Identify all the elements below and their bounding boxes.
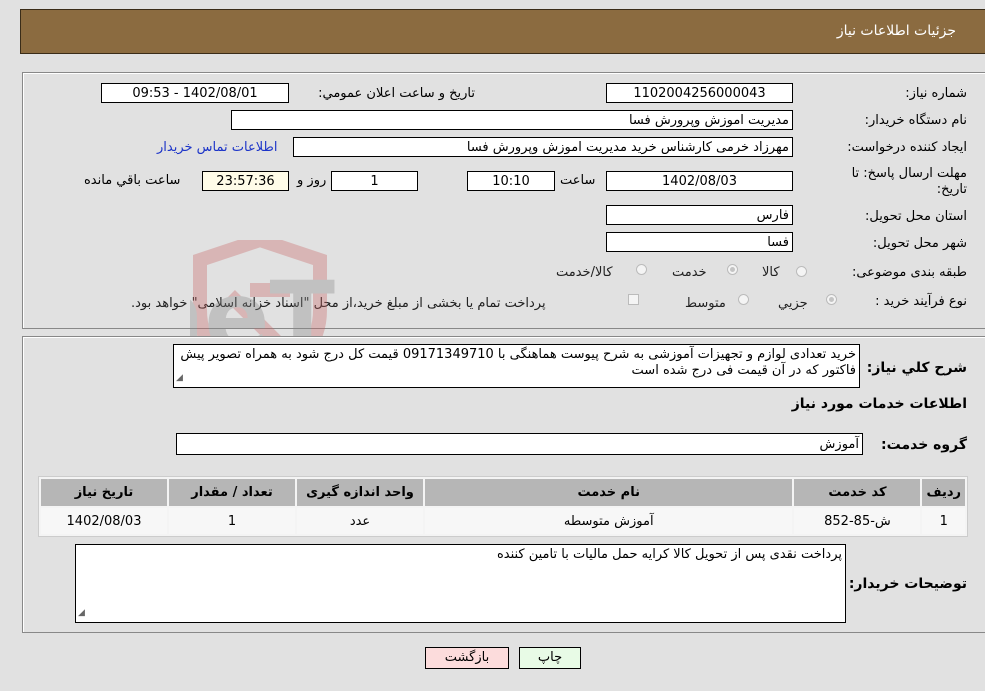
city-label: شهر محل تحویل: <box>872 236 967 251</box>
buyer-notes-textarea[interactable]: پرداخت نقدی پس از تحویل کالا کرایه حمل م… <box>75 544 846 623</box>
col-unit: واحد اندازه گیری <box>297 479 423 506</box>
buyer-notes-text: پرداخت نقدی پس از تحویل کالا کرایه حمل م… <box>496 547 842 562</box>
cell-unit: عدد <box>297 508 423 534</box>
category-service-label: خدمت <box>672 265 707 280</box>
treasury-checkbox-label: پرداخت تمام یا بخشی از مبلغ خرید،از محل … <box>131 296 546 311</box>
resize-grip-icon[interactable]: ◢ <box>176 370 183 386</box>
col-service-name: نام خدمت <box>425 479 793 506</box>
deadline-label-line1: مهلت ارسال پاسخ: تا <box>851 166 967 181</box>
cell-row-number: 1 <box>922 508 965 534</box>
page-header: جزئیات اطلاعات نیاز <box>20 9 985 54</box>
process-medium-label: متوسط <box>685 296 726 311</box>
category-radio-service[interactable] <box>727 264 738 275</box>
category-goods-service-label: کالا/خدمت <box>556 265 613 280</box>
buyer-org-field[interactable]: مدیریت اموزش وپرورش فسا <box>231 110 793 130</box>
need-number-field[interactable]: 1102004256000043 <box>606 83 793 103</box>
print-button[interactable]: چاپ <box>519 647 581 669</box>
page-title: جزئیات اطلاعات نیاز <box>836 23 956 39</box>
requester-field[interactable]: مهرزاد خرمی کارشناس خرید مدیریت اموزش وپ… <box>293 137 793 157</box>
cell-quantity: 1 <box>169 508 295 534</box>
days-label: روز و <box>297 173 327 188</box>
cell-service-code: ش-85-852 <box>794 508 921 534</box>
purchase-process-label: نوع فرآیند خرید : <box>875 294 967 309</box>
category-goods-label: کالا <box>762 265 780 280</box>
deadline-label-line2: تاریخ: <box>936 182 967 197</box>
treasury-checkbox[interactable] <box>628 294 639 305</box>
cell-need-date: 1402/08/03 <box>41 508 167 534</box>
buyer-org-label: نام دستگاه خریدار: <box>864 113 967 128</box>
deadline-time-label: ساعت <box>560 173 596 188</box>
cell-service-name: آموزش متوسطه <box>425 508 793 534</box>
description-label: شرح کلي نیاز: <box>866 360 967 376</box>
process-radio-medium[interactable] <box>738 294 749 305</box>
requester-label: ایجاد کننده درخواست: <box>847 140 967 155</box>
resize-grip-icon[interactable]: ◢ <box>78 605 85 621</box>
col-service-code: کد خدمت <box>794 479 921 506</box>
category-radio-goods[interactable] <box>796 266 807 277</box>
province-label: استان محل تحویل: <box>865 209 967 224</box>
services-table: ردیف کد خدمت نام خدمت واحد اندازه گیری ت… <box>38 476 968 537</box>
deadline-date-field[interactable]: 1402/08/03 <box>606 171 793 191</box>
col-row-number: ردیف <box>922 479 965 506</box>
province-field[interactable]: فارس <box>606 205 793 225</box>
description-text: خرید تعدادی لوازم و تجهیزات آموزشی به شر… <box>180 347 856 378</box>
remaining-days-field: 1 <box>331 171 418 191</box>
process-minor-label: جزيي <box>778 296 808 311</box>
col-need-date: تاریخ نیاز <box>41 479 167 506</box>
buyer-contact-link[interactable]: اطلاعات تماس خریدار <box>157 140 277 155</box>
services-section-title: اطلاعات خدمات مورد نیاز <box>791 396 967 412</box>
city-field[interactable]: فسا <box>606 232 793 252</box>
services-table-header: ردیف کد خدمت نام خدمت واحد اندازه گیری ت… <box>41 479 965 506</box>
remaining-time-label: ساعت باقي مانده <box>84 173 181 188</box>
need-number-label: شماره نیاز: <box>905 86 967 101</box>
announce-datetime-field[interactable]: 1402/08/01 - 09:53 <box>101 83 289 103</box>
process-radio-minor[interactable] <box>826 294 837 305</box>
category-label: طبقه بندی موضوعی: <box>851 265 967 280</box>
back-button[interactable]: بازگشت <box>425 647 509 669</box>
col-quantity: تعداد / مقدار <box>169 479 295 506</box>
remaining-time-field: 23:57:36 <box>202 171 289 191</box>
announce-datetime-label: تاریخ و ساعت اعلان عمومي: <box>318 86 475 101</box>
description-textarea[interactable]: خرید تعدادی لوازم و تجهیزات آموزشی به شر… <box>173 344 860 388</box>
buyer-notes-label: توضیحات خریدار: <box>848 576 967 592</box>
category-radio-goods-service[interactable] <box>636 264 647 275</box>
service-group-label: گروه خدمت: <box>881 437 967 453</box>
service-group-field[interactable]: آموزش <box>176 433 863 455</box>
deadline-time-field[interactable]: 10:10 <box>467 171 555 191</box>
table-row: 1 ش-85-852 آموزش متوسطه عدد 1 1402/08/03 <box>41 508 965 534</box>
